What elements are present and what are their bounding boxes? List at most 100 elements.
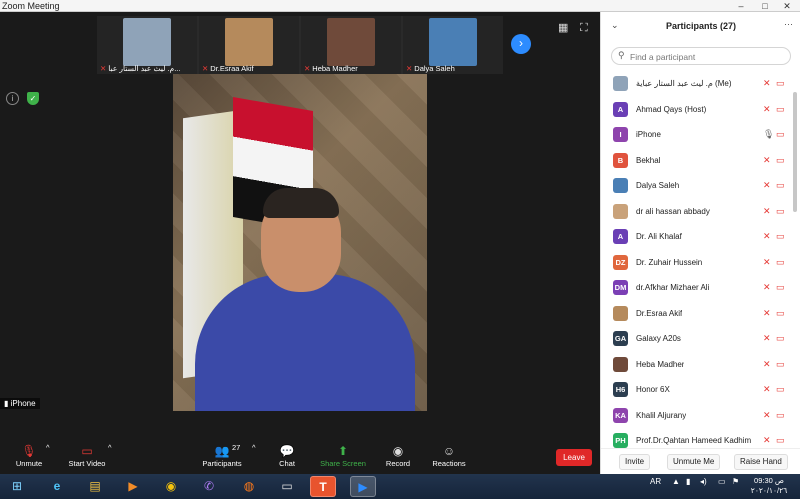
close-button[interactable]: ✕ [776,0,798,12]
participant-row[interactable]: م. ليث عبد الستار عباية (Me) ✕ ▭ [601,72,800,98]
viber-icon[interactable]: ✆ [196,476,222,497]
panel-header: ⌄ Participants (27) ⋯ [601,12,800,40]
muted-mic-icon[interactable]: ✕ [763,104,771,115]
chevron-up-icon[interactable]: ^ [46,443,50,452]
firefox-icon[interactable]: ◍ [236,476,262,497]
battery-icon[interactable]: ▭ [718,477,726,486]
thumbnail-name: Dr.Esraa Akif [210,64,254,73]
raise-hand-button[interactable]: Raise Hand [734,454,788,470]
language-indicator[interactable]: AR [650,477,661,486]
zoom-icon[interactable]: ▶ [350,476,376,497]
participant-row[interactable]: A Ahmad Qays (Host) ✕ ▭ [601,98,800,124]
mic-icon[interactable]: 🎙 [763,129,774,140]
thumbnail-1[interactable]: ✕ Dr.Esraa Akif [199,16,299,74]
participant-row[interactable]: GA Galaxy A20s ✕ ▭ [601,327,800,353]
video-off-icon: ▭ [776,103,785,114]
muted-mic-icon[interactable]: ✕ [763,308,771,319]
windows-start-icon[interactable]: ⊞ [4,476,30,497]
thumbnail-video [429,18,477,66]
participant-name: Prof.Dr.Qahtan Hameed Kadhim [636,436,752,445]
reactions-button[interactable]: ☺ Reactions [432,443,466,468]
muted-mic-icon[interactable]: ✕ [763,155,771,166]
thumbnail-video [123,18,171,66]
avatar: A [613,229,628,244]
thumbnail-2[interactable]: ✕ Heba Madher [301,16,401,74]
participant-row[interactable]: dr ali hassan abbady ✕ ▭ [601,200,800,226]
participant-list: م. ليث عبد الستار عباية (Me) ✕ ▭ A Ahmad… [601,72,800,453]
info-icon[interactable]: i [6,92,19,105]
chat-button[interactable]: 💬 Chat [276,443,298,468]
participant-row[interactable]: B Bekhal ✕ ▭ [601,149,800,175]
record-button[interactable]: ◉ Record [384,443,412,468]
file-explorer-icon[interactable]: ▤ [82,476,108,497]
search-icon: ⚲ [618,50,625,60]
muted-mic-icon[interactable]: ✕ [763,410,771,421]
taskbar-clock[interactable]: 09:30 ص ٢٠٢٠/١٠/٢٦ [748,476,790,496]
muted-mic-icon[interactable]: ✕ [763,282,771,293]
speaker-name: iPhone [10,399,36,408]
tray-chevron-icon[interactable]: ▲ [672,477,680,486]
start-video-label: Start Video [68,459,106,468]
active-speaker-video [173,74,427,411]
muted-mic-icon[interactable]: ✕ [763,180,771,191]
window-titlebar: Zoom Meeting – □ ✕ [0,0,800,12]
muted-mic-icon[interactable]: ✕ [763,384,771,395]
thumbnail-strip: ✕ م. ليث عبد الستار عبا... ✕ Dr.Esraa Akif… [97,16,503,74]
chevron-right-icon[interactable]: › [511,34,531,54]
participant-row[interactable]: DZ Dr. Zuhair Hussein ✕ ▭ [601,251,800,277]
chevron-up-icon[interactable]: ^ [252,443,256,452]
media-player-icon[interactable]: ▶ [120,476,146,497]
chrome-icon[interactable]: ◉ [158,476,184,497]
muted-mic-icon[interactable]: ✕ [763,359,771,370]
thumbnail-name: Dalya Saleh [414,64,455,73]
thumbnail-3[interactable]: ✕ Dalya Saleh [403,16,503,74]
maximize-button[interactable]: □ [754,0,776,12]
participant-name: iPhone [636,130,661,139]
volume-icon[interactable]: ◂) [700,477,707,486]
muted-mic-icon[interactable]: ✕ [763,435,771,446]
muted-mic-icon[interactable]: ✕ [763,206,771,217]
start-video-button[interactable]: ▭ Start Video [66,443,108,468]
gallery-view-icon[interactable]: ▦ [558,22,570,34]
t-app-icon[interactable]: T [310,476,336,497]
participant-row[interactable]: Dalya Saleh ✕ ▭ [601,174,800,200]
scrollbar-thumb[interactable] [793,92,797,212]
participant-row[interactable]: DM dr.Afkhar Mizhaer Ali ✕ ▭ [601,276,800,302]
muted-mic-icon[interactable]: ✕ [763,333,771,344]
flag-icon[interactable]: ⚑ [732,477,739,486]
participant-row[interactable]: A Dr. Ali Khalaf ✕ ▭ [601,225,800,251]
muted-mic-icon[interactable]: ✕ [763,231,771,242]
share-screen-button[interactable]: ⬆ Share Screen [320,443,366,468]
thumbnail-0[interactable]: ✕ م. ليث عبد الستار عبا... [97,16,197,74]
participant-row[interactable]: KA Khalil Aljurany ✕ ▭ [601,404,800,430]
muted-mic-icon[interactable]: ✕ [763,78,771,89]
avatar [613,76,628,91]
fullscreen-icon[interactable]: ⛶ [580,22,592,34]
network-icon[interactable]: ▮ [686,477,690,486]
participant-name: dr.Afkhar Mizhaer Ali [636,283,710,292]
speaker-hair [263,188,339,218]
participant-row[interactable]: I iPhone 🎙 ▭ [601,123,800,149]
unmute-me-button[interactable]: Unmute Me [667,454,721,470]
participant-row[interactable]: H6 Honor 6X ✕ ▭ [601,378,800,404]
participant-row[interactable]: Dr.Esraa Akif ✕ ▭ [601,302,800,328]
avatar: A [613,101,628,117]
leave-button[interactable]: Leave [556,449,592,466]
muted-mic-icon: ✕ [202,64,209,73]
invite-button[interactable]: Invite [619,454,651,470]
search-input[interactable] [630,50,785,63]
video-off-icon: ▭ [776,256,785,267]
participant-row[interactable]: Heba Madher ✕ ▭ [601,353,800,379]
participant-name: Honor 6X [636,385,670,394]
internet-explorer-icon[interactable]: e [44,476,70,497]
video-off-icon: ▭ [776,435,785,445]
minimize-button[interactable]: – [730,0,752,12]
muted-mic-icon[interactable]: ✕ [763,257,771,268]
more-options-icon[interactable]: ⋯ [784,19,793,30]
document-icon[interactable]: ▭ [274,476,300,497]
unmute-button[interactable]: 🎙 Unmute [12,443,46,468]
participant-search[interactable]: ⚲ [611,47,791,65]
panel-scrollbar[interactable] [793,72,798,453]
chevron-up-icon[interactable]: ^ [108,443,112,452]
shield-icon[interactable]: ✓ [27,92,39,105]
